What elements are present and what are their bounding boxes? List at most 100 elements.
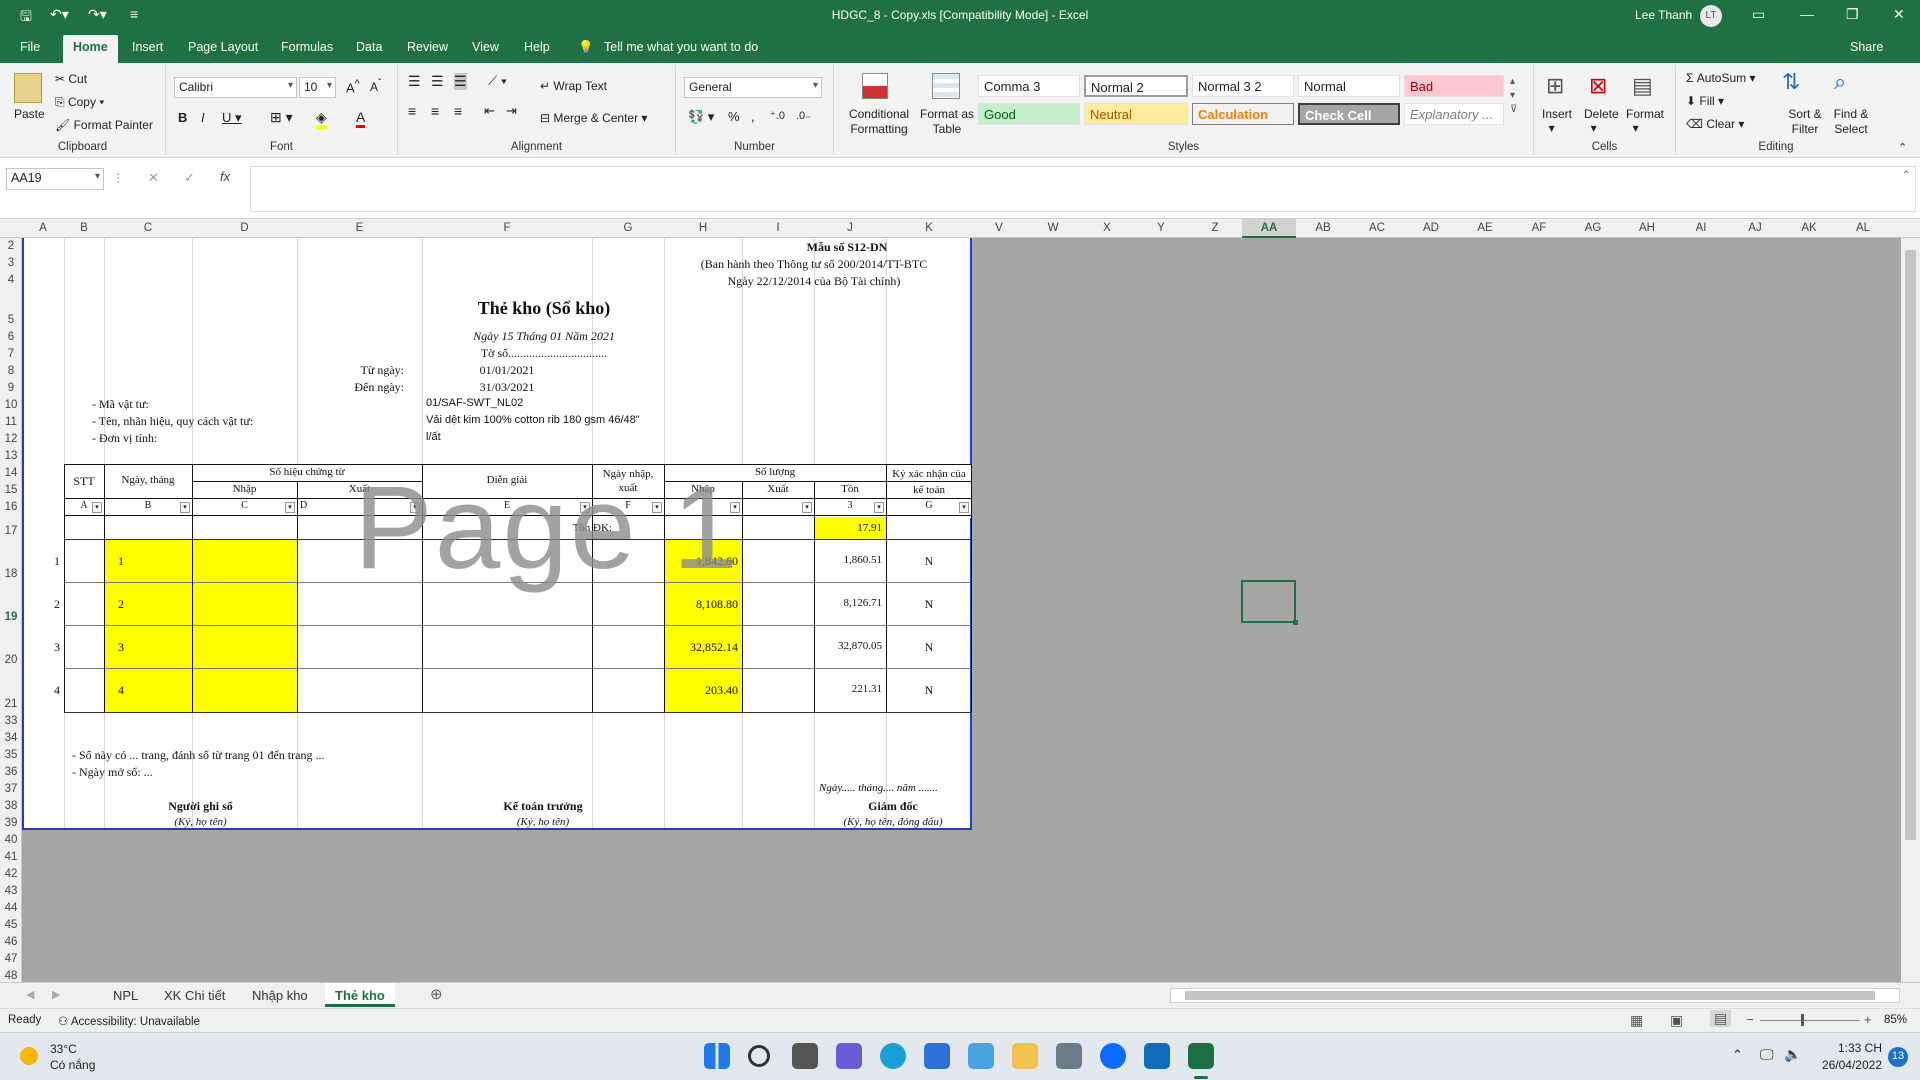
- row-header[interactable]: 37: [0, 783, 22, 795]
- prev-sheet-icon[interactable]: ◀: [26, 988, 34, 1001]
- format-as-table-icon[interactable]: [932, 73, 960, 99]
- align-center-icon[interactable]: ≡: [431, 103, 439, 119]
- column-header[interactable]: AE: [1458, 222, 1512, 234]
- tab-help[interactable]: Help: [524, 40, 550, 54]
- formula-input[interactable]: [250, 166, 1916, 212]
- column-header[interactable]: AL: [1836, 222, 1890, 234]
- tab-home[interactable]: Home: [63, 35, 118, 63]
- conditional-formatting-icon[interactable]: [862, 73, 888, 99]
- calculator-icon[interactable]: [1056, 1043, 1082, 1069]
- row-header[interactable]: 46: [0, 936, 22, 948]
- column-header[interactable]: B: [64, 222, 104, 234]
- file-explorer-icon[interactable]: [1012, 1043, 1038, 1069]
- column-header[interactable]: AB: [1296, 222, 1350, 234]
- zoom-level[interactable]: 85%: [1884, 1014, 1907, 1026]
- weather-temp[interactable]: 33°C: [50, 1042, 77, 1056]
- column-header[interactable]: J: [814, 222, 886, 234]
- tab-view[interactable]: View: [472, 40, 499, 54]
- style-neutral[interactable]: Neutral: [1084, 103, 1188, 125]
- row-header[interactable]: 10: [0, 399, 22, 411]
- sort-filter-icon[interactable]: ⇅: [1782, 69, 1800, 95]
- style-normal-3-2[interactable]: Normal 3 2: [1192, 75, 1294, 97]
- format-as-table-button[interactable]: Format as Table: [918, 107, 976, 137]
- row-header[interactable]: 47: [0, 953, 22, 965]
- tray-overflow-icon[interactable]: ⌃: [1732, 1047, 1743, 1063]
- underline-icon[interactable]: U ▾: [222, 110, 242, 126]
- tab-insert[interactable]: Insert: [132, 40, 163, 54]
- row-header[interactable]: 8: [0, 365, 22, 377]
- row-header[interactable]: 19: [0, 611, 22, 623]
- filter-dropdown-icon[interactable]: ▾: [959, 502, 969, 513]
- column-header[interactable]: G: [592, 222, 664, 234]
- copy-button[interactable]: ⎘ Copy ▾: [55, 95, 104, 110]
- style-bad[interactable]: Bad: [1404, 75, 1504, 97]
- fill-handle[interactable]: [1293, 620, 1298, 625]
- insert-cells-button[interactable]: Insert ▾: [1542, 107, 1572, 135]
- vertical-scrollbar[interactable]: [1901, 238, 1920, 982]
- row-header[interactable]: 11: [0, 416, 22, 428]
- column-header[interactable]: AK: [1782, 222, 1836, 234]
- restore-icon[interactable]: ❐: [1846, 6, 1859, 23]
- fill-button[interactable]: ⬇ Fill ▾: [1686, 94, 1724, 108]
- bold-icon[interactable]: B: [178, 110, 187, 125]
- tab-file[interactable]: File: [20, 40, 40, 54]
- format-painter-button[interactable]: 🖌 Format Painter: [55, 118, 153, 132]
- row-header[interactable]: 35: [0, 749, 22, 761]
- column-header[interactable]: V: [972, 222, 1026, 234]
- formula-expand-icon[interactable]: ⌃: [1902, 170, 1910, 181]
- column-header[interactable]: K: [886, 222, 972, 234]
- zoom-in-icon[interactable]: +: [1864, 1012, 1872, 1027]
- column-header[interactable]: AA: [1242, 219, 1296, 238]
- number-format-combo[interactable]: General: [684, 77, 822, 98]
- fill-color-icon[interactable]: ◈: [316, 109, 327, 129]
- increase-font-icon[interactable]: A^: [346, 78, 360, 95]
- page-break-view-icon[interactable]: ▤: [1710, 1010, 1732, 1027]
- app-icon[interactable]: [968, 1043, 994, 1069]
- row-header[interactable]: 17: [0, 525, 22, 537]
- row-header[interactable]: 5: [0, 314, 22, 326]
- decrease-decimal-icon[interactable]: .0₋: [796, 109, 811, 122]
- excel-icon[interactable]: [1188, 1043, 1214, 1069]
- search-icon[interactable]: [748, 1045, 770, 1067]
- row-header[interactable]: 16: [0, 501, 22, 513]
- merge-center-button[interactable]: ⊟ Merge & Center ▾: [540, 111, 647, 125]
- horizontal-scroll-thumb[interactable]: [1185, 991, 1875, 1000]
- filter-dropdown-icon[interactable]: ▾: [802, 502, 812, 513]
- decrease-font-icon[interactable]: Aˇ: [370, 78, 381, 94]
- increase-decimal-icon[interactable]: ⁺.0: [770, 109, 785, 122]
- row-header[interactable]: 38: [0, 800, 22, 812]
- column-header[interactable]: C: [104, 222, 192, 234]
- wrap-text-button[interactable]: ↵ Wrap Text: [540, 79, 607, 93]
- font-size-combo[interactable]: 10: [299, 77, 336, 98]
- column-header[interactable]: A: [22, 222, 64, 234]
- column-header[interactable]: AI: [1674, 222, 1728, 234]
- row-header[interactable]: 44: [0, 902, 22, 914]
- row-header[interactable]: 12: [0, 433, 22, 445]
- sort-filter-button[interactable]: Sort & Filter: [1780, 107, 1830, 137]
- collapse-ribbon-icon[interactable]: ⌃: [1898, 141, 1907, 154]
- row-header[interactable]: 40: [0, 834, 22, 846]
- row-header[interactable]: 14: [0, 467, 22, 479]
- column-header[interactable]: I: [742, 222, 814, 234]
- align-right-icon[interactable]: ≡: [454, 103, 462, 119]
- style-comma-3[interactable]: Comma 3: [978, 75, 1080, 97]
- clear-button[interactable]: ⌫ Clear ▾: [1686, 117, 1744, 131]
- comma-icon[interactable]: ,: [751, 109, 755, 124]
- format-cells-icon[interactable]: ▤: [1632, 73, 1653, 99]
- row-header[interactable]: 13: [0, 450, 22, 462]
- edge-icon[interactable]: [880, 1043, 906, 1069]
- page-layout-view-icon[interactable]: ▣: [1670, 1012, 1683, 1029]
- enter-icon[interactable]: ✓: [184, 170, 195, 186]
- paste-icon[interactable]: [14, 73, 42, 103]
- row-header[interactable]: 2: [0, 240, 22, 252]
- avatar[interactable]: LT: [1700, 5, 1722, 27]
- tell-me-search[interactable]: Tell me what you want to do: [604, 40, 758, 54]
- style-normal-2[interactable]: Normal 2: [1084, 75, 1188, 97]
- row-header[interactable]: 48: [0, 970, 22, 982]
- format-cells-button[interactable]: Format ▾: [1626, 107, 1664, 135]
- ribbon-display-icon[interactable]: ▭: [1752, 6, 1765, 23]
- find-select-icon[interactable]: ⌕: [1834, 69, 1846, 95]
- bottom-align-icon[interactable]: ☰: [454, 73, 467, 90]
- row-header[interactable]: 21: [0, 698, 22, 710]
- increase-indent-icon[interactable]: ⇥: [506, 103, 517, 119]
